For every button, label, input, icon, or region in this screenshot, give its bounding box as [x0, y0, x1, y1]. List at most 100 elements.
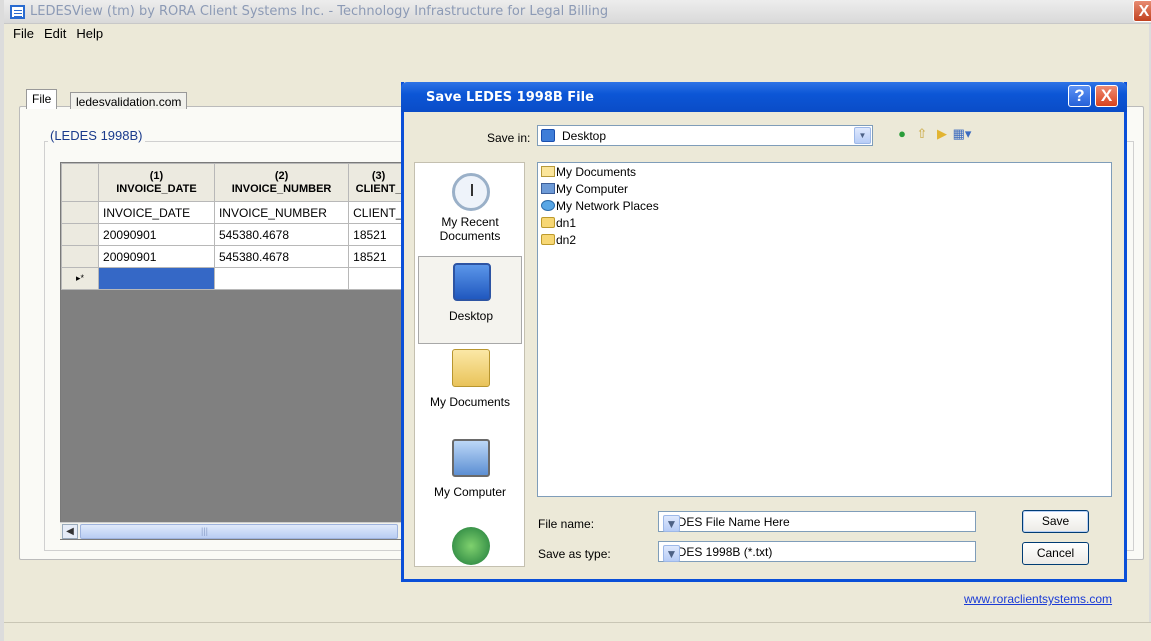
back-icon[interactable]: ●	[892, 126, 912, 141]
new-folder-icon[interactable]: ▶	[932, 126, 952, 142]
file-name: dn1	[556, 216, 577, 230]
dialog-title: Save LEDES 1998B File	[426, 90, 594, 105]
menu-file[interactable]: File	[8, 24, 39, 43]
desktop-icon	[453, 263, 491, 301]
selected-cell[interactable]	[98, 267, 215, 290]
list-item[interactable]: My Documents	[541, 165, 636, 182]
documents-folder-icon	[541, 166, 555, 177]
column-number: (2)	[274, 169, 289, 182]
table-row[interactable]: INVOICE_DATE INVOICE_NUMBER CLIENT_	[61, 201, 409, 224]
table-row[interactable]: 20090901 545380.4678 18521	[61, 245, 409, 268]
main-titlebar[interactable]: LEDESView (tm) by RORA Client Systems In…	[4, 0, 1151, 24]
dialog-toolbar: ● ⇧ ▶ ▦▾	[892, 126, 1002, 144]
folder-icon	[541, 234, 555, 245]
close-button[interactable]: X	[1133, 0, 1151, 22]
scroll-left-arrow-icon[interactable]: ◀	[62, 524, 78, 539]
place-label: My Recent Documents	[439, 215, 501, 243]
table-cell[interactable]	[213, 267, 350, 290]
table-cell[interactable]: 545380.4678	[213, 223, 350, 246]
list-item[interactable]: My Computer	[541, 182, 628, 199]
view-menu-icon[interactable]: ▦▾	[952, 126, 972, 142]
table-cell[interactable]	[348, 267, 409, 290]
place-recent-documents[interactable]: My Recent Documents	[418, 167, 522, 255]
tab-ledesvalidation[interactable]: ledesvalidation.com	[70, 92, 188, 109]
column-header-1[interactable]: (1) INVOICE_DATE	[98, 163, 215, 202]
place-label: My Documents	[429, 395, 511, 409]
dialog-close-button[interactable]: X	[1095, 85, 1118, 107]
save-in-label: Save in:	[487, 131, 531, 145]
corner-header	[61, 163, 100, 202]
tab-file[interactable]: File	[26, 89, 58, 109]
file-name-value: LEDES File Name Here	[663, 515, 790, 529]
list-item[interactable]: My Network Places	[541, 199, 659, 216]
help-button[interactable]: ?	[1068, 85, 1091, 107]
column-header-2[interactable]: (2) INVOICE_NUMBER	[213, 163, 350, 202]
table-cell[interactable]: CLIENT_	[348, 201, 409, 224]
network-places-icon	[452, 527, 490, 565]
file-name: My Computer	[556, 182, 629, 196]
network-places-icon	[541, 200, 555, 211]
app-icon	[10, 5, 25, 19]
column-number: (3)	[371, 169, 386, 182]
places-bar: My Recent Documents Desktop My Documents…	[414, 162, 525, 567]
file-name-input[interactable]: LEDES File Name Here ▼	[658, 511, 976, 532]
file-name-label: File name:	[538, 517, 595, 531]
up-folder-icon[interactable]: ⇧	[912, 126, 932, 142]
file-name: My Network Places	[556, 199, 659, 213]
list-item[interactable]: dn1	[541, 216, 576, 233]
column-name: INVOICE_DATE	[116, 182, 197, 195]
place-network[interactable]	[418, 521, 522, 566]
status-bar	[4, 622, 1151, 641]
table-cell[interactable]: 20090901	[98, 223, 215, 246]
save-in-value: Desktop	[562, 129, 607, 143]
my-computer-icon	[452, 439, 490, 477]
groupbox-label: (LEDES 1998B)	[48, 128, 145, 143]
scroll-thumb[interactable]: |||	[80, 524, 398, 539]
horizontal-scrollbar[interactable]: ◀ |||	[60, 522, 410, 539]
column-header-3[interactable]: (3) CLIENT_	[348, 163, 409, 202]
chevron-down-icon[interactable]: ▼	[663, 545, 680, 562]
table-cell[interactable]: 18521	[348, 245, 409, 268]
menu-bar: File Edit Help	[8, 24, 608, 44]
folder-icon	[541, 217, 555, 228]
desktop-icon	[541, 129, 555, 142]
window-title: LEDESView (tm) by RORA Client Systems In…	[30, 4, 609, 19]
column-name: CLIENT_	[355, 182, 402, 195]
table-cell[interactable]: 18521	[348, 223, 409, 246]
table-cell[interactable]: INVOICE_DATE	[98, 201, 215, 224]
grid-header-row: (1) INVOICE_DATE (2) INVOICE_NUMBER (3) CLI…	[61, 163, 409, 202]
row-header[interactable]	[61, 223, 100, 246]
chevron-down-icon[interactable]: ▼	[854, 127, 871, 144]
table-cell[interactable]: 20090901	[98, 245, 215, 268]
place-my-computer[interactable]: My Computer	[418, 433, 522, 521]
new-row[interactable]: ▸*	[61, 267, 409, 290]
cancel-button[interactable]: Cancel	[1022, 542, 1089, 565]
my-documents-icon	[452, 349, 490, 387]
list-item[interactable]: dn2	[541, 233, 576, 250]
new-row-marker: ▸*	[61, 267, 100, 290]
save-type-dropdown[interactable]: LEDES 1998B (*.txt) ▼	[658, 541, 976, 562]
grip-icon: |||	[201, 526, 209, 536]
chevron-down-icon[interactable]: ▼	[663, 515, 680, 532]
data-grid[interactable]: (1) INVOICE_DATE (2) INVOICE_NUMBER (3) CLI…	[60, 162, 410, 540]
table-cell[interactable]: 545380.4678	[213, 245, 350, 268]
place-desktop[interactable]: Desktop	[418, 256, 522, 344]
file-name: dn2	[556, 233, 577, 247]
file-name: My Documents	[556, 165, 637, 179]
save-dialog: Save LEDES 1998B File ? X Save in: Deskt…	[401, 82, 1127, 582]
dialog-titlebar[interactable]: Save LEDES 1998B File	[401, 82, 1127, 112]
save-button[interactable]: Save	[1022, 510, 1089, 533]
row-header[interactable]	[61, 201, 100, 224]
website-link[interactable]: www.roraclientsystems.com	[964, 592, 1112, 606]
save-type-label: Save as type:	[538, 547, 611, 561]
table-cell[interactable]: INVOICE_NUMBER	[213, 201, 350, 224]
recent-documents-icon	[452, 173, 490, 211]
column-number: (1)	[149, 169, 164, 182]
file-list[interactable]: My Documents My Computer My Network Plac…	[537, 162, 1112, 497]
menu-edit[interactable]: Edit	[39, 24, 71, 43]
save-in-dropdown[interactable]: Desktop ▼	[537, 125, 873, 146]
menu-help[interactable]: Help	[71, 24, 108, 43]
place-my-documents[interactable]: My Documents	[418, 343, 522, 431]
row-header[interactable]	[61, 245, 100, 268]
table-row[interactable]: 20090901 545380.4678 18521	[61, 223, 409, 246]
